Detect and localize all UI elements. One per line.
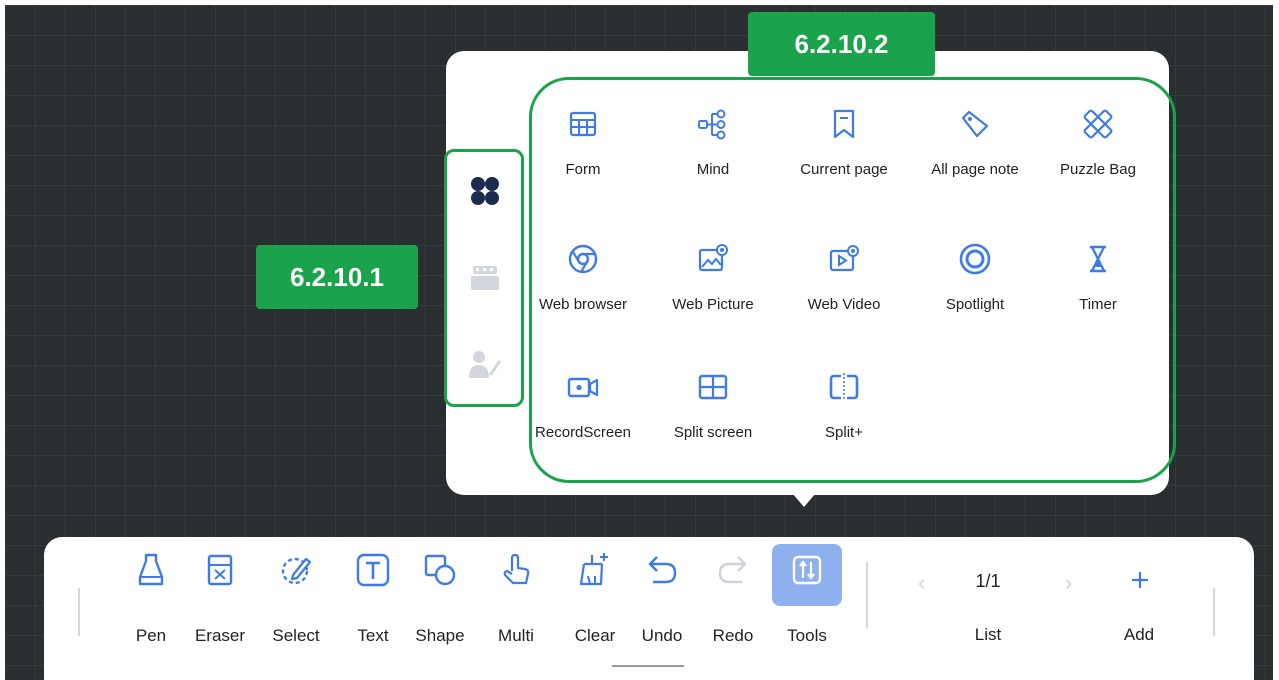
- toolbar-select[interactable]: Select: [266, 553, 326, 646]
- toolbar-text[interactable]: Text: [343, 553, 403, 646]
- toolbar-label: Pen: [135, 626, 167, 645]
- toolbar-divider: [866, 562, 868, 628]
- list-button[interactable]: List: [958, 625, 1018, 645]
- toolbar-drag-handle-left[interactable]: [78, 588, 80, 636]
- toolbar-collapse-handle[interactable]: [612, 665, 684, 667]
- toolbar-label: Eraser: [194, 626, 246, 645]
- shape-icon: [424, 554, 456, 586]
- toolbar-drag-handle-right[interactable]: [1213, 588, 1215, 636]
- toolbar-undo[interactable]: Undo: [632, 553, 692, 646]
- add-label: Add: [1123, 625, 1155, 644]
- toolbar-label: Redo: [712, 626, 754, 645]
- popup-pointer: [792, 493, 816, 507]
- eraser-icon: [207, 554, 233, 586]
- toolbar-eraser[interactable]: Eraser: [190, 553, 250, 646]
- broom-icon: [579, 553, 608, 586]
- toolbar-clear[interactable]: Clear: [565, 553, 625, 646]
- highlight-box-side-tabs: [444, 149, 524, 407]
- lasso-icon: [281, 557, 312, 585]
- toolbar-pen[interactable]: Pen: [121, 553, 181, 646]
- undo-icon: [648, 556, 677, 584]
- plus-icon: [1132, 572, 1148, 588]
- toolbar-label: Text: [357, 626, 389, 645]
- multi-touch-icon: [503, 553, 530, 585]
- highlight-box-tool-grid: [529, 77, 1176, 483]
- toolbar-label: Shape: [415, 626, 465, 645]
- toolbar-label: Undo: [641, 626, 683, 645]
- toolbar-shape[interactable]: Shape: [410, 553, 470, 646]
- toolbar-label: Clear: [574, 626, 616, 645]
- toolbar-label: Select: [272, 626, 320, 645]
- add-page-button[interactable]: Add: [1114, 553, 1164, 653]
- annotation-label-top: 6.2.10.2: [748, 12, 935, 76]
- next-page-icon[interactable]: ›: [1065, 570, 1072, 596]
- toolbar-tools[interactable]: Tools: [772, 544, 842, 646]
- annotation-label-left: 6.2.10.1: [256, 245, 418, 309]
- toolbar-label: Multi: [498, 626, 534, 645]
- page-indicator: 1/1: [975, 571, 1001, 591]
- toolbar-multi[interactable]: Multi: [486, 553, 546, 646]
- pen-icon: [138, 553, 164, 586]
- text-icon: [356, 553, 390, 587]
- redo-icon: [718, 556, 747, 584]
- tools-icon: [792, 555, 822, 585]
- toolbar-label: Tools: [787, 626, 827, 645]
- toolbar-redo[interactable]: Redo: [703, 553, 763, 646]
- prev-page-icon[interactable]: ‹: [918, 570, 925, 596]
